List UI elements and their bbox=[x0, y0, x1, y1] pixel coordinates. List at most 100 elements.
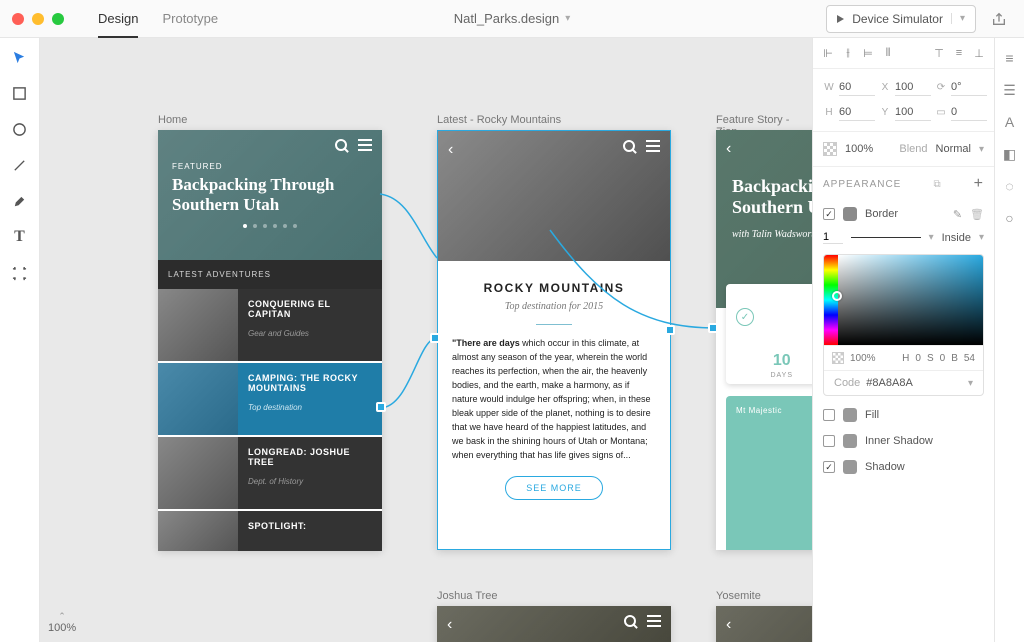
align-left-icon[interactable]: ⊩ bbox=[821, 46, 835, 60]
blend-label: Blend bbox=[899, 143, 927, 155]
align-bottom-icon[interactable]: ⊥ bbox=[972, 46, 986, 60]
zoom-window-icon[interactable] bbox=[52, 13, 64, 25]
list-item: LONGREAD: JOSHUE TREEDept. of History bbox=[158, 437, 382, 509]
stroke-align-select[interactable]: Inside bbox=[942, 232, 971, 244]
border-swatch[interactable] bbox=[843, 207, 857, 221]
artboard-latest[interactable]: ‹ ROCKY MOUNTAINS Top destination for 20… bbox=[437, 130, 671, 550]
latest-header: LATEST ADVENTURES bbox=[158, 260, 382, 289]
appearance-header: APPEARANCE ⧉ + bbox=[813, 167, 994, 201]
wire-handle[interactable] bbox=[430, 333, 440, 343]
layers-icon[interactable]: ○ bbox=[1002, 210, 1018, 226]
flip-input[interactable] bbox=[951, 104, 987, 121]
artboard-feature[interactable]: ‹ Backpacking Through Southern U with Ta… bbox=[716, 130, 812, 550]
inner-shadow-swatch[interactable] bbox=[843, 434, 857, 448]
feature-byline: with Talin Wadsworth bbox=[732, 229, 812, 240]
artboard-label[interactable]: Yosemite bbox=[716, 590, 761, 602]
stroke-style-select[interactable] bbox=[851, 233, 921, 243]
artboard-yosemite[interactable]: ‹ bbox=[716, 606, 812, 642]
latest-hero-image: ‹ bbox=[438, 131, 670, 261]
share-icon[interactable] bbox=[986, 6, 1012, 32]
artboard-label[interactable]: Latest - Rocky Mountains bbox=[437, 114, 561, 126]
device-simulator-button[interactable]: Device Simulator ▾ bbox=[826, 5, 976, 33]
align-right-icon[interactable]: ⊨ bbox=[861, 46, 875, 60]
align-middle-icon[interactable]: ≡ bbox=[952, 46, 966, 60]
hue-value[interactable]: 0 bbox=[915, 353, 921, 364]
inspector-panel: ⊩ ⫲ ⊨ ⫴ ⊤ ≡ ⊥ W X ⟳ H Y ▭ 100% Blend Nor… bbox=[812, 38, 994, 642]
shadow-label: Shadow bbox=[865, 461, 984, 473]
menu-icon bbox=[646, 139, 660, 153]
swatches-icon[interactable]: ◧ bbox=[1002, 146, 1018, 162]
select-tool[interactable] bbox=[8, 48, 32, 66]
right-rail: ≡ ☰ A ◧ ◌ ○ bbox=[994, 38, 1024, 642]
artboard-label[interactable]: Joshua Tree bbox=[437, 590, 498, 602]
filename-dropdown[interactable]: Natl_Parks.design ▾ bbox=[454, 11, 571, 26]
tab-prototype[interactable]: Prototype bbox=[162, 1, 218, 37]
rotate-input[interactable] bbox=[951, 79, 987, 96]
text-icon[interactable]: A bbox=[1002, 114, 1018, 130]
settings-icon[interactable]: ☰ bbox=[1002, 82, 1018, 98]
text-tool[interactable]: T bbox=[8, 228, 32, 246]
back-icon: ‹ bbox=[447, 616, 452, 634]
back-icon: ‹ bbox=[726, 140, 731, 158]
play-icon bbox=[837, 15, 844, 23]
color-picker[interactable]: 100% H0 S0 B54 Code #8A8A8A ▾ bbox=[823, 254, 984, 396]
align-top-icon[interactable]: ⊤ bbox=[932, 46, 946, 60]
assets-icon[interactable]: ◌ bbox=[1002, 178, 1018, 194]
divider bbox=[536, 324, 572, 325]
article-body: "There are days which occur in this clim… bbox=[438, 337, 670, 462]
saturation-field[interactable] bbox=[838, 255, 983, 345]
filename-label: Natl_Parks.design bbox=[454, 11, 560, 26]
artboard-label[interactable]: Home bbox=[158, 114, 187, 126]
x-input[interactable] bbox=[895, 79, 931, 96]
stats-card: ✓ 10DAYS 54MILES bbox=[726, 284, 812, 384]
artboard-tool[interactable] bbox=[8, 264, 32, 282]
height-input[interactable] bbox=[839, 104, 875, 121]
border-checkbox[interactable] bbox=[823, 208, 835, 220]
code-label: Code bbox=[834, 377, 860, 389]
sliders-icon[interactable]: ≡ bbox=[1002, 50, 1018, 66]
stroke-width-input[interactable] bbox=[823, 231, 843, 244]
shadow-row: Shadow bbox=[813, 454, 994, 480]
eyedropper-icon[interactable]: ✎ bbox=[953, 208, 962, 221]
ellipse-tool[interactable] bbox=[8, 120, 32, 138]
shadow-swatch[interactable] bbox=[843, 460, 857, 474]
wire-handle[interactable] bbox=[376, 402, 386, 412]
rectangle-tool[interactable] bbox=[8, 84, 32, 102]
inner-shadow-checkbox[interactable] bbox=[823, 435, 835, 447]
pen-tool[interactable] bbox=[8, 192, 32, 210]
hex-value[interactable]: #8A8A8A bbox=[866, 377, 912, 389]
shadow-checkbox[interactable] bbox=[823, 461, 835, 473]
opacity-value[interactable]: 100% bbox=[845, 143, 873, 155]
close-window-icon[interactable] bbox=[12, 13, 24, 25]
picker-opacity[interactable]: 100% bbox=[850, 353, 876, 364]
map-card: Mt Majestic bbox=[726, 396, 812, 550]
opacity-row: 100% Blend Normal ▾ bbox=[813, 132, 994, 167]
trash-icon[interactable]: 🗑 bbox=[970, 208, 984, 221]
bright-value[interactable]: 54 bbox=[964, 353, 975, 364]
clone-icon[interactable]: ⧉ bbox=[933, 179, 941, 190]
line-tool[interactable] bbox=[8, 156, 32, 174]
artboard-joshua-tree[interactable]: ‹ bbox=[437, 606, 671, 642]
y-input[interactable] bbox=[895, 104, 931, 121]
distribute-h-icon[interactable]: ⫴ bbox=[881, 46, 895, 60]
fill-row: Fill bbox=[813, 402, 994, 428]
chevron-down-icon[interactable]: ▾ bbox=[968, 378, 973, 389]
wire-handle[interactable] bbox=[708, 323, 718, 333]
width-input[interactable] bbox=[839, 79, 875, 96]
inner-shadow-label: Inner Shadow bbox=[865, 435, 984, 447]
rotate-icon: ⟳ bbox=[935, 82, 947, 93]
wire-handle[interactable] bbox=[665, 325, 675, 335]
picker-handle[interactable] bbox=[832, 291, 842, 301]
fill-swatch[interactable] bbox=[843, 408, 857, 422]
canvas[interactable]: ⌃ 100% Home FEATURED Backpacking Through… bbox=[40, 38, 812, 642]
blend-value[interactable]: Normal bbox=[936, 143, 971, 155]
tab-design[interactable]: Design bbox=[98, 1, 138, 38]
artboard-home[interactable]: FEATURED Backpacking Through Southern Ut… bbox=[158, 130, 382, 550]
add-icon[interactable]: + bbox=[974, 175, 984, 193]
fill-checkbox[interactable] bbox=[823, 409, 835, 421]
sat-value[interactable]: 0 bbox=[940, 353, 946, 364]
minimize-window-icon[interactable] bbox=[32, 13, 44, 25]
opacity-icon bbox=[823, 142, 837, 156]
zoom-control[interactable]: ⌃ 100% bbox=[48, 611, 76, 634]
align-center-h-icon[interactable]: ⫲ bbox=[841, 46, 855, 60]
